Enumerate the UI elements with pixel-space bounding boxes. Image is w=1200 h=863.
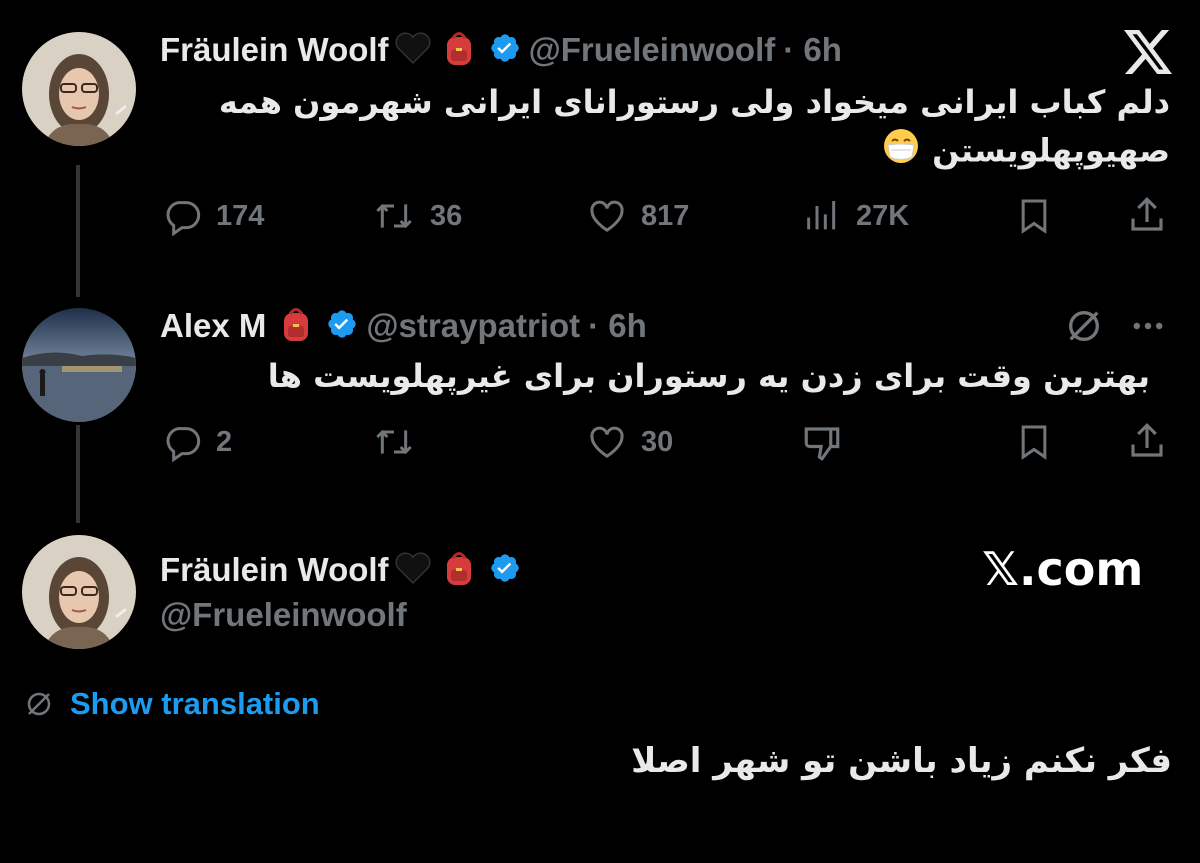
like-button[interactable]: 817: [585, 196, 689, 236]
repost-icon: [376, 203, 412, 229]
thread-line-1: [76, 165, 80, 297]
views-icon: [807, 201, 836, 230]
tweet2-header: Alex M @straypatriot · 6h: [160, 304, 647, 348]
tweet-text-line: دلم کباب ایرانی میخواد ولی رستورانای ایر…: [218, 83, 1170, 121]
dislike-button[interactable]: [800, 422, 844, 464]
tweet-text-line2-wrap: صهیوپهلویستن: [160, 126, 1170, 179]
reply-button[interactable]: 174: [160, 196, 264, 236]
black-heart-icon: [393, 548, 433, 593]
heart-icon: [590, 200, 624, 232]
repost-button[interactable]: [370, 422, 430, 462]
backpack-icon: [276, 304, 316, 349]
handle[interactable]: @Frueleinwoolf: [529, 31, 776, 69]
tweet3-header: Fräulein Woolf: [160, 548, 529, 592]
timestamp[interactable]: · 6h: [783, 31, 842, 69]
like-count: 817: [641, 199, 690, 232]
tweet1-header: Fräulein Woolf @Frueleinwoolf · 6h: [160, 28, 842, 72]
translate-icon: [27, 692, 51, 716]
backpack-icon: [439, 548, 479, 593]
bookmark-icon: [1021, 199, 1047, 234]
show-translation-label[interactable]: Show translation: [70, 686, 320, 722]
views-button[interactable]: 27K: [800, 196, 909, 236]
bookmark-icon: [1021, 425, 1047, 460]
avatar[interactable]: [22, 535, 136, 649]
handle[interactable]: @straypatriot: [366, 307, 580, 345]
repost-icon: [376, 429, 412, 455]
repost-count: 36: [430, 199, 463, 232]
avatar[interactable]: [22, 308, 136, 422]
watermark: 𝕏.com: [982, 542, 1144, 596]
reply-icon: [166, 201, 201, 236]
tweet2-text: بهترین وقت برای زدن یه رستوران برای غیرپ…: [267, 357, 1150, 395]
black-heart-icon: [393, 28, 433, 73]
share-button[interactable]: [1126, 194, 1168, 236]
like-button[interactable]: 30: [585, 422, 673, 462]
reply-button[interactable]: 2: [160, 422, 232, 462]
verified-badge-icon[interactable]: [489, 32, 521, 69]
bookmark-button[interactable]: [1014, 196, 1054, 236]
bookmark-button[interactable]: [1014, 422, 1054, 462]
translate-icon[interactable]: [1064, 306, 1104, 351]
heart-icon: [590, 426, 624, 458]
avatar[interactable]: [22, 32, 136, 146]
verified-badge-icon[interactable]: [326, 308, 358, 345]
share-icon: [1131, 423, 1163, 457]
views-count: 27K: [856, 199, 910, 232]
timestamp[interactable]: · 6h: [588, 307, 647, 345]
handle[interactable]: @Frueleinwoolf: [160, 596, 407, 634]
display-name[interactable]: Fräulein Woolf: [160, 551, 389, 589]
show-translation-link[interactable]: Show translation: [24, 684, 320, 724]
reply-icon: [166, 427, 201, 462]
face-with-medical-mask-icon: [881, 126, 921, 179]
share-icon: [1131, 197, 1163, 231]
repost-button[interactable]: 36: [370, 196, 462, 236]
reply-count: 2: [216, 425, 233, 458]
tweet-text-line: صهیوپهلویستن: [932, 131, 1170, 170]
tweet3-text: فکر نکنم زیاد باشن تو شهر اصلا: [631, 741, 1172, 781]
x-logo-icon[interactable]: [1124, 30, 1172, 79]
like-count: 30: [641, 425, 674, 458]
display-name[interactable]: Fräulein Woolf: [160, 31, 389, 69]
backpack-icon: [439, 28, 479, 73]
tweet1-text: دلم کباب ایرانی میخواد ولی رستورانای ایر…: [160, 78, 1170, 179]
thumbs-down-icon: [804, 427, 840, 461]
thread-line-2: [76, 425, 80, 523]
reply-count: 174: [216, 199, 265, 232]
verified-badge-icon[interactable]: [489, 552, 521, 589]
display-name[interactable]: Alex M: [160, 307, 266, 345]
more-options-icon[interactable]: [1128, 310, 1168, 347]
share-button[interactable]: [1126, 420, 1168, 462]
